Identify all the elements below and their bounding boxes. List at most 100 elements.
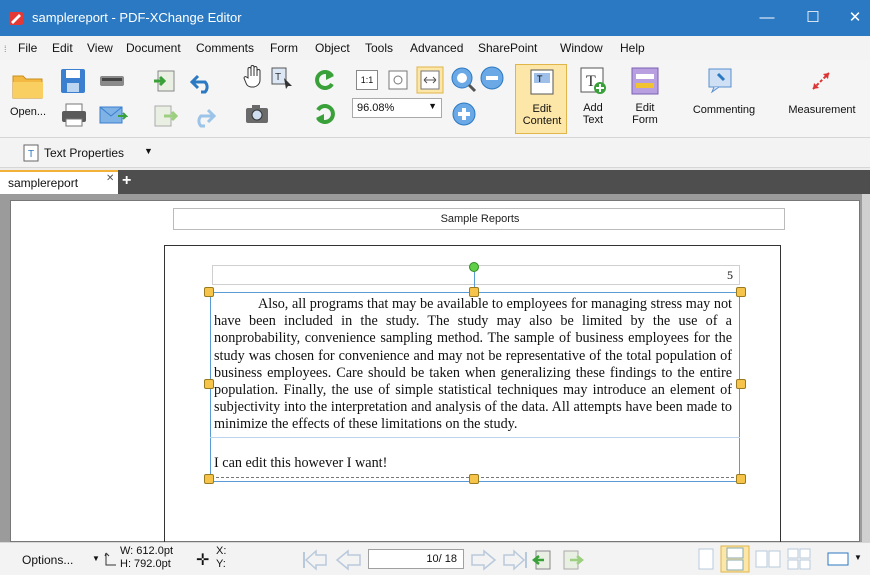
vertical-scrollbar[interactable] — [862, 194, 870, 542]
rotate-handle[interactable] — [469, 262, 479, 272]
open-button-label[interactable]: Open... — [8, 106, 48, 118]
menu-edit[interactable]: Edit — [52, 41, 73, 55]
tab-label: samplereport — [8, 176, 79, 190]
page-number: 5 — [727, 268, 733, 282]
page-height-readout: H: 792.0pt — [120, 558, 171, 570]
export-icon[interactable] — [152, 104, 178, 128]
menu-grip-icon: ⁞ — [4, 44, 7, 54]
resize-handle-bottom-left[interactable] — [204, 474, 214, 484]
chevron-down-icon[interactable]: ▼ — [854, 553, 862, 562]
print-icon[interactable] — [60, 102, 88, 128]
save-icon[interactable] — [58, 66, 88, 96]
menu-document[interactable]: Document — [126, 41, 181, 55]
minimize-button[interactable]: — — [752, 6, 782, 30]
resize-handle-bottom-right[interactable] — [736, 474, 746, 484]
header-text: Sample Reports — [440, 213, 520, 225]
measurement-label[interactable]: Measurement — [774, 104, 870, 116]
edit-form-label-1[interactable]: Edit — [628, 102, 662, 114]
zoom-to-selection-icon[interactable] — [448, 64, 478, 94]
resize-handle-top-left[interactable] — [204, 287, 214, 297]
previous-page-icon[interactable] — [334, 549, 364, 571]
actual-size-button[interactable]: 1:1 — [356, 70, 378, 90]
hand-tool-icon[interactable] — [243, 64, 265, 90]
app-logo-icon — [9, 12, 23, 25]
resize-handle-left[interactable] — [204, 379, 214, 389]
resize-handle-right[interactable] — [736, 379, 746, 389]
last-page-icon[interactable] — [500, 549, 530, 571]
text-properties-button[interactable]: Text Properties — [44, 146, 124, 160]
menu-advanced[interactable]: Advanced — [410, 41, 463, 55]
full-screen-icon[interactable] — [826, 551, 850, 567]
add-text-icon[interactable]: T — [578, 66, 608, 96]
measurement-icon[interactable] — [808, 68, 834, 94]
current-page-value: 10 — [426, 553, 439, 565]
menu-comments[interactable]: Comments — [196, 41, 254, 55]
maximize-button[interactable]: ☐ — [798, 6, 828, 30]
chevron-down-icon[interactable]: ▼ — [144, 146, 153, 156]
fit-width-icon[interactable] — [416, 66, 444, 94]
edited-text-line[interactable]: I can edit this however I want! — [214, 455, 387, 472]
header-box: Sample Reports — [173, 208, 785, 230]
scanner-icon[interactable] — [98, 68, 126, 92]
facing-view-icon[interactable] — [754, 549, 782, 569]
menu-bar: ⁞ File Edit View Document Comments Form … — [0, 36, 870, 60]
resize-handle-top-right[interactable] — [736, 287, 746, 297]
tab-samplereport[interactable]: samplereport ✕ — [0, 170, 118, 194]
next-page-icon[interactable] — [468, 549, 498, 571]
continuous-facing-view-icon[interactable] — [786, 547, 812, 571]
email-icon[interactable] — [98, 104, 128, 126]
menu-help[interactable]: Help — [620, 41, 645, 55]
menu-tools[interactable]: Tools — [365, 41, 393, 55]
window-title: samplereport - PDF-XChange Editor — [32, 10, 242, 25]
options-button[interactable]: Options... — [22, 553, 73, 567]
text-properties-icon: T — [23, 144, 39, 162]
single-page-view-icon[interactable] — [696, 547, 716, 571]
cursor-y-readout: Y: — [216, 558, 226, 570]
zoom-level-value: 96.08% — [357, 102, 395, 114]
menu-sharepoint[interactable]: SharePoint — [478, 41, 537, 55]
resize-handle-top[interactable] — [469, 287, 479, 297]
rotate-counterclockwise-icon[interactable] — [312, 102, 338, 128]
body-paragraph[interactable]: Also, all programs that may be available… — [214, 296, 732, 434]
text-properties-toolbar: T Text Properties ▼ — [0, 138, 870, 168]
svg-text:T: T — [537, 74, 543, 84]
add-text-label-1[interactable]: Add — [576, 102, 610, 114]
edit-form-icon[interactable] — [630, 66, 660, 96]
continuous-view-icon[interactable] — [720, 545, 750, 573]
commenting-label[interactable]: Commenting — [684, 104, 764, 116]
menu-object[interactable]: Object — [315, 41, 350, 55]
text-block-divider — [210, 437, 740, 438]
select-text-icon[interactable]: T — [270, 66, 294, 90]
page-total-value: / 18 — [438, 553, 457, 565]
new-tab-button[interactable]: + — [122, 172, 136, 190]
page-width-readout: W: 612.0pt — [120, 545, 173, 557]
menu-view[interactable]: View — [87, 41, 113, 55]
snapshot-icon[interactable] — [244, 102, 270, 126]
page-number-input[interactable]: 10/ 18 — [368, 549, 464, 569]
status-bar: Options... ▼ W: 612.0pt H: 792.0pt ✛ X: … — [0, 542, 870, 575]
previous-view-icon[interactable] — [532, 549, 556, 571]
edit-form-label-2[interactable]: Form — [628, 114, 662, 126]
resize-handle-bottom[interactable] — [469, 474, 479, 484]
close-tab-icon[interactable]: ✕ — [106, 173, 114, 184]
close-button[interactable]: ✕ — [840, 6, 870, 30]
chevron-down-icon[interactable]: ▼ — [92, 554, 100, 563]
open-folder-icon[interactable] — [10, 66, 46, 102]
redo-icon[interactable] — [190, 106, 216, 128]
undo-icon[interactable] — [190, 72, 216, 94]
rotate-clockwise-icon[interactable] — [312, 66, 338, 92]
zoom-in-icon[interactable] — [450, 100, 478, 128]
next-view-icon[interactable] — [560, 549, 584, 571]
menu-form[interactable]: Form — [270, 41, 298, 55]
menu-window[interactable]: Window — [560, 41, 603, 55]
edit-content-button[interactable]: T Edit Content — [515, 64, 567, 134]
fit-page-icon[interactable] — [386, 68, 410, 92]
zoom-level-dropdown[interactable]: 96.08% ▼ — [352, 98, 442, 118]
first-page-icon[interactable] — [300, 549, 330, 571]
menu-file[interactable]: File — [18, 41, 37, 55]
edit-content-label-1: Edit — [532, 103, 552, 115]
add-text-label-2[interactable]: Text — [576, 114, 610, 126]
commenting-icon[interactable] — [706, 66, 734, 94]
zoom-out-icon[interactable] — [478, 64, 506, 92]
import-icon[interactable] — [152, 68, 178, 94]
